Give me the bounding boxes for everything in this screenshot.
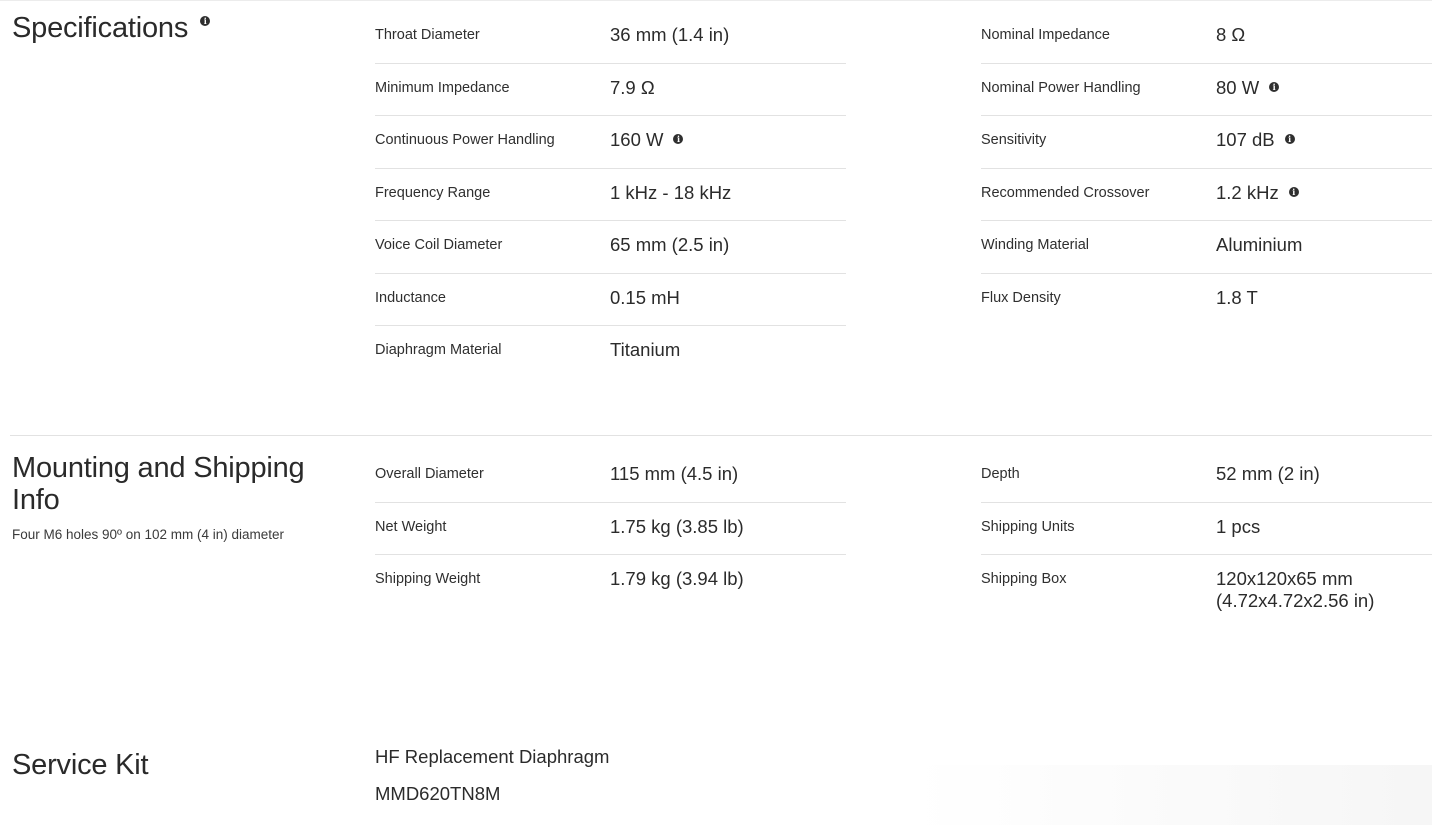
spec-value-text: 120x120x65 mm (1216, 568, 1353, 589)
spec-value-text: 65 mm (2.5 in) (610, 234, 730, 255)
spec-label: Shipping Box (981, 571, 1067, 587)
spec-label: Net Weight (375, 518, 447, 535)
spec-value: 1 pcs (1216, 516, 1260, 538)
mounting-right-column: Depth 52 mm (2 in) Shipping Units 1 pcs Ship… (981, 450, 1432, 611)
corner-shade (912, 765, 1432, 825)
info-icon[interactable]: i (1269, 81, 1280, 92)
service-kit-title: Service Kit (12, 749, 149, 781)
spec-value: Titanium (610, 339, 680, 361)
spec-label: Inductance (375, 289, 446, 306)
mounting-title-line2: Info (12, 484, 60, 516)
spec-value: 36 mm (1.4 in) (610, 24, 729, 46)
spec-label: Shipping Units (981, 518, 1075, 535)
spec-value: 1.79 kg (3.94 lb) (610, 568, 744, 590)
spec-value: 120x120x65 mm (4.72x4.72x2.56 in) (1216, 568, 1374, 612)
spec-value-text: 80 W (1216, 76, 1260, 98)
spec-value-text: 1.79 kg (3.94 lb) (610, 568, 744, 589)
spec-value: 52 mm (2 in) (1216, 463, 1320, 485)
specifications-title: Specifications (12, 12, 189, 44)
spec-value-text: 1 pcs (1216, 515, 1261, 537)
spec-value-text-line2: (4.72x4.72x2.56 in) (1216, 590, 1375, 611)
spec-row: Continuous Power Handling 160 W i (375, 116, 846, 169)
spec-value-text: 8 Ω (1216, 24, 1246, 45)
spec-value: 0.15 mH (610, 287, 680, 309)
mounting-heading: Mounting and Shipping Info (12, 452, 305, 516)
service-kit-item-code: MMD620TN8M (375, 783, 501, 804)
spec-value: 1.8 T (1216, 287, 1258, 309)
info-icon[interactable]: i (1284, 134, 1295, 145)
spec-label: Throat Diameter (375, 27, 480, 43)
spec-value-text: Aluminium (1216, 234, 1303, 255)
spec-value: 65 mm (2.5 in) (610, 234, 729, 256)
spec-label: Minimum Impedance (375, 79, 510, 96)
spec-label: Recommended Crossover (981, 184, 1150, 201)
spec-value-text: 107 dB (1216, 129, 1275, 150)
spec-row: Diaphragm Material Titanium (375, 326, 846, 378)
spec-value: 107 dB i (1216, 129, 1295, 151)
spec-row: Flux Density 1.8 T (981, 274, 1432, 326)
top-border (0, 0, 1432, 1)
spec-row: Nominal Impedance 8 Ω (981, 11, 1432, 64)
spec-row: Shipping Box 120x120x65 mm (4.72x4.72x2.56… (981, 555, 1432, 611)
specifications-right-column: Nominal Impedance 8 Ω Nominal Power Handli… (981, 11, 1432, 325)
spec-row: Shipping Weight 1.79 kg (3.94 lb) (375, 555, 846, 607)
spec-value-text: 1.75 kg (3.85 lb) (610, 515, 744, 537)
spec-value-text: 7.9 Ω (610, 76, 655, 98)
spec-value-text: 52 mm (2 in) (1216, 463, 1320, 484)
spec-value: 160 W i (610, 129, 684, 151)
spec-value: 1 kHz - 18 kHz (610, 182, 731, 204)
spec-row: Overall Diameter 115 mm (4.5 in) (375, 450, 846, 503)
spec-label: Shipping Weight (375, 571, 481, 587)
spec-label: Overall Diameter (375, 466, 484, 482)
spec-value: Aluminium (1216, 234, 1302, 256)
spec-value-text: Titanium (610, 339, 681, 360)
section-divider (10, 435, 1432, 436)
spec-row: Shipping Units 1 pcs (981, 503, 1432, 555)
spec-label: Voice Coil Diameter (375, 237, 503, 253)
spec-row: Recommended Crossover 1.2 kHz i (981, 169, 1432, 221)
spec-label: Winding Material (981, 237, 1089, 253)
spec-value-text: 115 mm (4.5 in) (610, 463, 739, 484)
spec-value: 115 mm (4.5 in) (610, 463, 738, 485)
mounting-left-column: Overall Diameter 115 mm (4.5 in) Net Weigh… (375, 450, 846, 607)
service-kit-item-name: HF Replacement Diaphragm (375, 746, 610, 767)
mounting-title-line1: Mounting and Shipping (12, 452, 305, 484)
spec-label: Frequency Range (375, 184, 491, 201)
spec-label: Nominal Impedance (981, 27, 1110, 43)
spec-row: Minimum Impedance 7.9 Ω (375, 64, 846, 116)
spec-label: Nominal Power Handling (981, 79, 1141, 96)
spec-row: Frequency Range 1 kHz - 18 kHz (375, 169, 846, 221)
info-icon[interactable]: i (200, 16, 211, 27)
spec-value-text: 36 mm (1.4 in) (610, 24, 730, 45)
spec-value: 80 W i (1216, 76, 1280, 99)
spec-row: Winding Material Aluminium (981, 221, 1432, 274)
spec-label: Diaphragm Material (375, 342, 502, 358)
info-icon[interactable]: i (673, 134, 684, 145)
spec-row: Throat Diameter 36 mm (1.4 in) (375, 11, 846, 64)
spec-row: Depth 52 mm (2 in) (981, 450, 1432, 503)
spec-label: Sensitivity (981, 132, 1047, 148)
spec-value-text: 1.8 T (1216, 286, 1258, 308)
spec-value: 7.9 Ω (610, 77, 655, 99)
spec-row: Voice Coil Diameter 65 mm (2.5 in) (375, 221, 846, 274)
spec-value-text: 0.15 mH (610, 286, 680, 308)
specifications-left-column: Throat Diameter 36 mm (1.4 in) Minimum Imp… (375, 11, 846, 378)
mounting-subtitle: Four M6 holes 90º on 102 mm (4 in) diame… (12, 527, 285, 542)
spec-row: Net Weight 1.75 kg (3.85 lb) (375, 503, 846, 555)
spec-value: 1.75 kg (3.85 lb) (610, 516, 744, 538)
spec-row: Inductance 0.15 mH (375, 274, 846, 326)
spec-label: Continuous Power Handling (375, 132, 555, 148)
spec-value: 8 Ω (1216, 24, 1245, 46)
spec-label: Flux Density (981, 289, 1061, 306)
specifications-heading: Specifications i (12, 12, 211, 44)
spec-label: Depth (981, 466, 1020, 482)
spec-value-text: 1.2 kHz (1216, 181, 1279, 203)
info-icon[interactable]: i (1288, 186, 1299, 197)
spec-value-text: 160 W (610, 129, 664, 150)
spec-row: Sensitivity 107 dB i (981, 116, 1432, 169)
spec-value-text: 1 kHz - 18 kHz (610, 181, 732, 203)
spec-value: 1.2 kHz i (1216, 182, 1299, 204)
spec-row: Nominal Power Handling 80 W i (981, 64, 1432, 116)
